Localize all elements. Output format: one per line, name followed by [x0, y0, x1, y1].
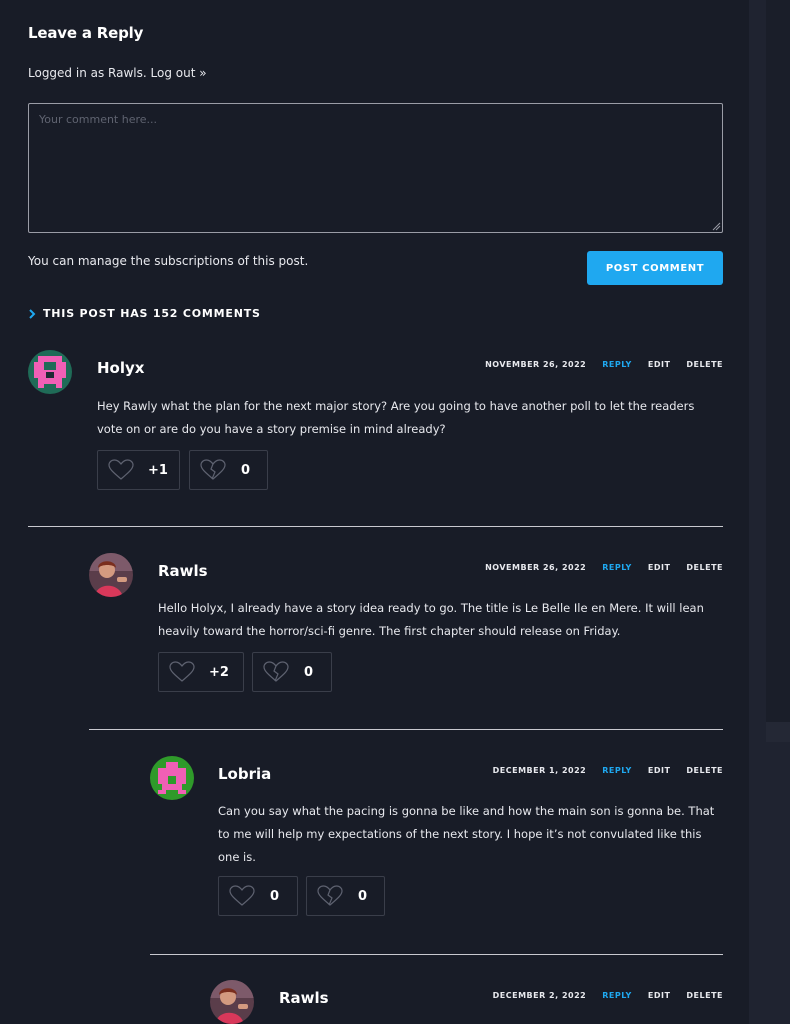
heart-icon — [169, 661, 195, 682]
heart-icon — [229, 885, 255, 906]
reply-link[interactable]: REPLY — [602, 991, 632, 1000]
dislike-count: 0 — [304, 664, 314, 680]
resize-grip-icon[interactable] — [712, 222, 721, 231]
comment-divider — [150, 954, 723, 955]
avatar[interactable] — [210, 980, 254, 1024]
edit-link[interactable]: EDIT — [648, 766, 671, 775]
comment-divider — [89, 729, 723, 730]
comment-author[interactable]: Holyx — [97, 359, 144, 377]
broken-heart-icon — [200, 459, 226, 480]
avatar[interactable] — [150, 756, 194, 800]
comment-textarea[interactable] — [28, 103, 723, 233]
heart-icon — [108, 459, 134, 480]
like-count: +2 — [209, 664, 229, 680]
edit-link[interactable]: EDIT — [648, 563, 671, 572]
post-comment-button[interactable]: POST COMMENT — [587, 251, 723, 285]
comment-item: Holyx NOVEMBER 26, 2022 REPLY EDIT DELET… — [28, 350, 723, 500]
comment-meta: NOVEMBER 26, 2022 REPLY EDIT DELETE — [485, 563, 723, 572]
dislike-count: 0 — [241, 462, 251, 478]
edit-link[interactable]: EDIT — [648, 991, 671, 1000]
edit-link[interactable]: EDIT — [648, 360, 671, 369]
scroll-gutter — [749, 0, 766, 1024]
user-photo-icon — [89, 553, 133, 597]
reply-link[interactable]: REPLY — [602, 360, 632, 369]
comment-date: NOVEMBER 26, 2022 — [485, 360, 587, 369]
comment-author[interactable]: Rawls — [158, 562, 208, 580]
dislike-button[interactable]: 0 — [252, 652, 332, 692]
user-photo-icon — [210, 980, 254, 1024]
manage-subscriptions-text[interactable]: You can manage the subscriptions of this… — [28, 254, 308, 268]
dislike-button[interactable]: 0 — [306, 876, 385, 916]
comment-text: Hey Rawly what the plan for the next maj… — [97, 399, 695, 436]
comment-item: Lobria DECEMBER 1, 2022 REPLY EDIT DELET… — [150, 756, 723, 926]
like-button[interactable]: +2 — [158, 652, 244, 692]
comment-text: Hello Holyx, I already have a story idea… — [158, 601, 704, 638]
delete-link[interactable]: DELETE — [686, 991, 723, 1000]
comment-meta: DECEMBER 2, 2022 REPLY EDIT DELETE — [493, 991, 723, 1000]
sidebar-column — [766, 0, 790, 1024]
logged-in-text[interactable]: Logged in as Rawls. Log out » — [28, 66, 207, 80]
reply-link[interactable]: REPLY — [602, 563, 632, 572]
comment-date: NOVEMBER 26, 2022 — [485, 563, 587, 572]
comment-text: Can you say what the pacing is gonna be … — [218, 804, 715, 864]
broken-heart-icon — [263, 661, 289, 682]
dislike-button[interactable]: 0 — [189, 450, 268, 490]
avatar[interactable] — [89, 553, 133, 597]
sidebar-divider — [766, 722, 790, 742]
comment-meta: DECEMBER 1, 2022 REPLY EDIT DELETE — [493, 766, 723, 775]
comment-item: Rawls NOVEMBER 26, 2022 REPLY EDIT DELET… — [89, 553, 723, 703]
reply-link[interactable]: REPLY — [602, 766, 632, 775]
like-button[interactable]: +1 — [97, 450, 180, 490]
main-content: Leave a Reply Logged in as Rawls. Log ou… — [0, 0, 749, 1024]
reply-form-title: Leave a Reply — [28, 24, 144, 42]
like-count: 0 — [270, 888, 280, 904]
green-pixel-identicon-icon — [150, 756, 194, 800]
dislike-count: 0 — [358, 888, 368, 904]
comment-meta: NOVEMBER 26, 2022 REPLY EDIT DELETE — [485, 360, 723, 369]
comment-author[interactable]: Rawls — [279, 989, 329, 1007]
comment-date: DECEMBER 1, 2022 — [492, 766, 587, 775]
like-button[interactable]: 0 — [218, 876, 298, 916]
like-count: +1 — [148, 462, 168, 478]
comment-author[interactable]: Lobria — [218, 765, 271, 783]
comments-count-label: THIS POST HAS 152 COMMENTS — [43, 307, 261, 320]
delete-link[interactable]: DELETE — [686, 360, 723, 369]
delete-link[interactable]: DELETE — [686, 766, 723, 775]
comment-item: Rawls DECEMBER 2, 2022 REPLY EDIT DELETE — [210, 980, 723, 1024]
comments-count-heading[interactable]: THIS POST HAS 152 COMMENTS — [28, 307, 261, 320]
sidebar-lower-panel — [766, 722, 790, 1024]
comment-date: DECEMBER 2, 2022 — [492, 991, 587, 1000]
comment-divider — [28, 526, 723, 527]
avatar[interactable] — [28, 350, 72, 394]
broken-heart-icon — [317, 885, 343, 906]
chevron-right-icon — [29, 308, 36, 319]
pink-pixel-identicon-icon — [28, 350, 72, 394]
delete-link[interactable]: DELETE — [686, 563, 723, 572]
